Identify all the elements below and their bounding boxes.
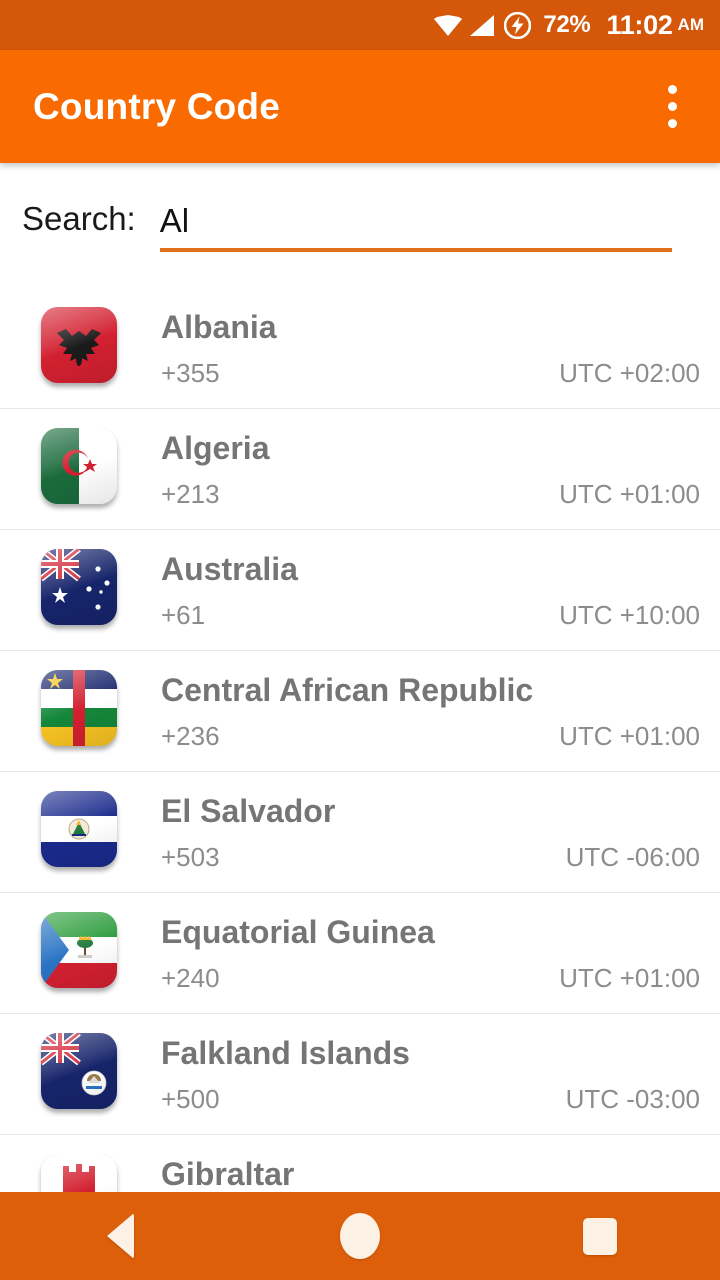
system-navigation-bar: [0, 1192, 720, 1280]
recents-square-icon: [583, 1217, 617, 1255]
country-name: Central African Republic: [161, 672, 534, 708]
status-icons: [434, 11, 532, 39]
country-dial-code: +500: [161, 1084, 220, 1114]
table-row[interactable]: El Salvador +503 UTC -06:00: [0, 772, 720, 893]
overflow-dot: [667, 102, 677, 111]
country-name: Falkland Islands: [161, 1035, 410, 1071]
page-title: Country Code: [33, 85, 281, 127]
flag-falkland-islands-icon: [41, 1033, 119, 1115]
flag-equatorial-guinea-icon: [41, 912, 119, 994]
table-row[interactable]: Central African Republic +236 UTC +01:00: [0, 651, 720, 772]
battery-charging-icon: [504, 11, 532, 39]
table-row[interactable]: Albania +355 UTC +02:00: [0, 288, 720, 409]
row-body: Falkland Islands +500 UTC -03:00: [161, 1014, 700, 1134]
row-body: Albania +355 UTC +02:00: [161, 288, 700, 408]
back-triangle-icon: [106, 1213, 134, 1259]
row-body: Gibraltar: [161, 1135, 700, 1192]
flag-albania-icon: [41, 307, 119, 389]
country-dial-code: +236: [161, 721, 220, 751]
flag-algeria-icon: [41, 428, 119, 510]
back-button[interactable]: [45, 1192, 195, 1280]
country-list[interactable]: Albania +355 UTC +02:00 Algeria +213 UTC…: [0, 288, 720, 1192]
country-utc-offset: UTC +01:00: [559, 479, 700, 509]
flag-el-salvador-icon: [41, 791, 119, 873]
table-row[interactable]: Falkland Islands +500 UTC -03:00: [0, 1014, 720, 1135]
country-name: Equatorial Guinea: [161, 914, 435, 950]
search-input[interactable]: [159, 202, 672, 252]
overflow-menu-icon[interactable]: [650, 78, 694, 136]
cell-signal-icon: [470, 14, 495, 36]
country-dial-code: +213: [161, 479, 220, 509]
overflow-dot: [667, 119, 677, 128]
row-body: Central African Republic +236 UTC +01:00: [161, 651, 700, 771]
search-row: Search:: [0, 163, 720, 275]
country-name: Algeria: [161, 430, 270, 466]
search-field[interactable]: [159, 186, 672, 252]
app-bar: Country Code: [0, 50, 720, 163]
country-name: Gibraltar: [161, 1156, 295, 1192]
table-row[interactable]: Gibraltar: [0, 1135, 720, 1192]
country-dial-code: +61: [161, 600, 206, 630]
home-button[interactable]: [285, 1192, 435, 1280]
row-body: Equatorial Guinea +240 UTC +01:00: [161, 893, 700, 1013]
country-utc-offset: UTC +01:00: [559, 963, 700, 993]
country-dial-code: +355: [161, 358, 220, 388]
row-body: El Salvador +503 UTC -06:00: [161, 772, 700, 892]
country-utc-offset: UTC +02:00: [559, 358, 700, 388]
flag-australia-icon: [41, 549, 119, 631]
country-name: El Salvador: [161, 793, 336, 829]
flag-central-african-republic-icon: [41, 670, 119, 752]
status-clock-meridiem: AM: [677, 15, 704, 34]
row-body: Algeria +213 UTC +01:00: [161, 409, 700, 529]
wifi-icon: [434, 15, 463, 36]
country-utc-offset: UTC +01:00: [559, 721, 700, 751]
status-bar: 72% 11:02 AM: [0, 0, 720, 50]
country-dial-code: +503: [161, 842, 220, 872]
search-underline: [159, 248, 672, 252]
table-row[interactable]: Algeria +213 UTC +01:00: [0, 409, 720, 530]
app-root: 72% 11:02 AM Country Code Search: Al Alb…: [0, 0, 720, 1280]
country-utc-offset: UTC -03:00: [565, 1084, 700, 1114]
row-body: Australia +61 UTC +10:00: [161, 530, 700, 650]
battery-percent: 72%: [543, 11, 591, 38]
overflow-dot: [667, 85, 677, 94]
recents-button[interactable]: [525, 1192, 675, 1280]
country-utc-offset: UTC +10:00: [559, 600, 700, 630]
status-clock: 11:02: [606, 9, 673, 40]
table-row[interactable]: Australia +61 UTC +10:00: [0, 530, 720, 651]
country-utc-offset: UTC -06:00: [565, 842, 700, 872]
home-circle-icon: [340, 1213, 380, 1259]
flag-gibraltar-icon: [41, 1154, 119, 1192]
country-dial-code: +240: [161, 963, 220, 993]
search-label: Search:: [22, 200, 136, 237]
country-name: Albania: [161, 309, 277, 345]
table-row[interactable]: Equatorial Guinea +240 UTC +01:00: [0, 893, 720, 1014]
country-name: Australia: [161, 551, 298, 587]
